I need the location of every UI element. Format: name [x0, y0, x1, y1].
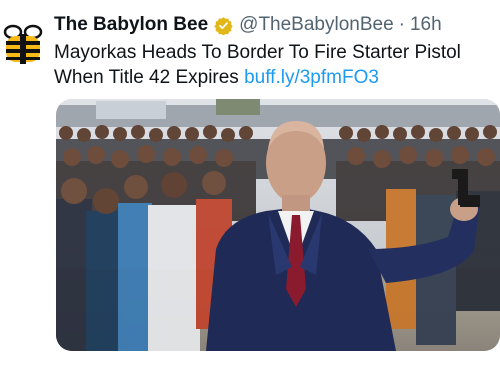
- tweet-timestamp[interactable]: 16h: [410, 14, 442, 36]
- tweet-footer-space: [0, 354, 500, 366]
- author-handle[interactable]: @TheBabylonBee: [239, 14, 394, 36]
- author-name[interactable]: The Babylon Bee: [54, 14, 208, 36]
- separator-dot: ·: [398, 14, 405, 35]
- babylon-bee-logo-icon: [3, 24, 43, 64]
- tweet-text: Mayorkas Heads To Border To Fire Starter…: [54, 40, 494, 90]
- tweet-header: The Babylon Bee @TheBabylonBee · 16h: [54, 13, 442, 37]
- tweet-card[interactable]: The Babylon Bee @TheBabylonBee · 16h May…: [0, 0, 500, 366]
- tweet-link[interactable]: buff.ly/3pfmFO3: [244, 67, 379, 88]
- author-avatar[interactable]: [0, 18, 46, 64]
- tweet-media-image[interactable]: [56, 99, 500, 351]
- photo-scene: [56, 99, 500, 351]
- verified-badge-icon[interactable]: [214, 16, 233, 35]
